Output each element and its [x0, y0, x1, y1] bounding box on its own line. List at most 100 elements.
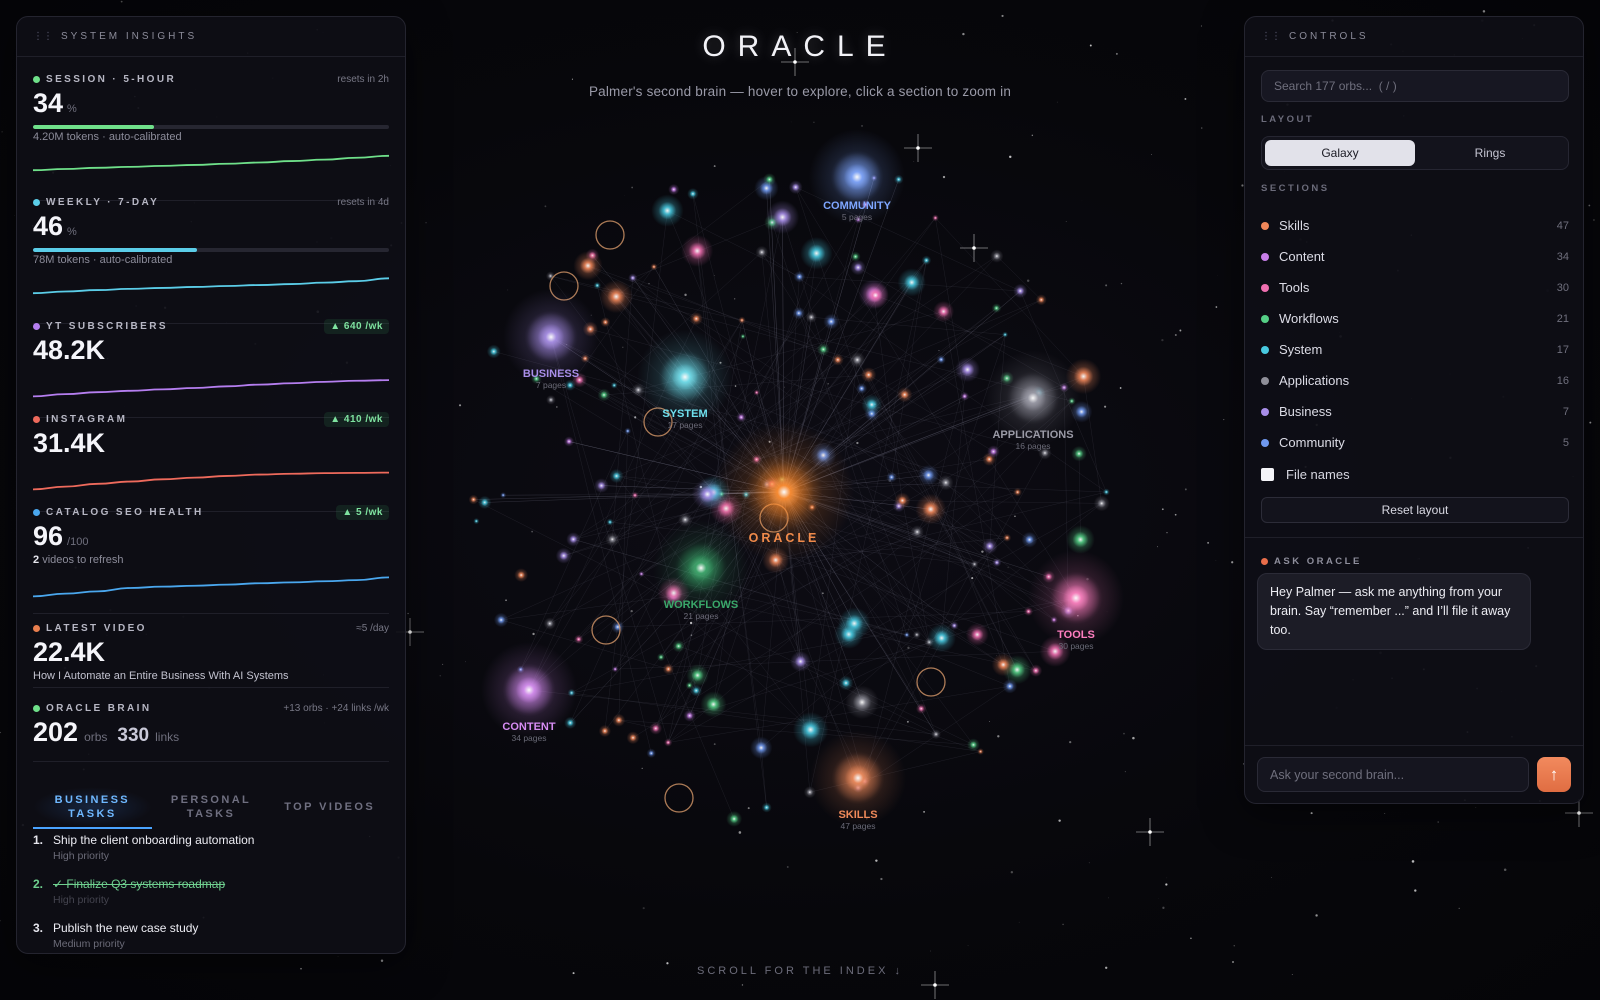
- video-title[interactable]: How I Automate an Entire Business With A…: [33, 670, 389, 682]
- orb[interactable]: [626, 731, 640, 745]
- orb[interactable]: [656, 653, 666, 662]
- orb[interactable]: [936, 354, 946, 365]
- orb[interactable]: [753, 389, 760, 396]
- orb[interactable]: [546, 395, 556, 405]
- orb[interactable]: [594, 478, 609, 493]
- layout-rings-button[interactable]: Rings: [1415, 140, 1565, 166]
- orb[interactable]: [1029, 664, 1043, 677]
- orb[interactable]: [960, 391, 970, 401]
- orb[interactable]: [605, 532, 620, 547]
- orb[interactable]: [555, 547, 572, 564]
- orb[interactable]: [624, 427, 632, 435]
- orb[interactable]: [1013, 487, 1022, 497]
- orb[interactable]: [681, 234, 714, 267]
- orb[interactable]: [668, 183, 680, 195]
- orb[interactable]: [1071, 445, 1087, 462]
- orb[interactable]: [886, 471, 897, 483]
- orb[interactable]: [788, 180, 803, 195]
- orb[interactable]: [805, 311, 817, 323]
- orb[interactable]: [965, 623, 989, 646]
- orb[interactable]: [1035, 294, 1047, 306]
- orb[interactable]: [563, 436, 575, 447]
- orb[interactable]: [739, 333, 746, 340]
- orb[interactable]: [662, 663, 674, 675]
- orb[interactable]: [738, 316, 746, 324]
- orb[interactable]: [849, 351, 866, 368]
- orb[interactable]: [856, 383, 868, 394]
- hub-content[interactable]: CONTENT34 pages: [481, 642, 577, 743]
- orb[interactable]: [850, 251, 861, 262]
- orb[interactable]: [687, 188, 699, 200]
- orb[interactable]: [981, 538, 998, 554]
- orb[interactable]: [763, 173, 776, 186]
- task-item[interactable]: 1. Ship the client onboarding automation…: [33, 833, 389, 877]
- hub-applications[interactable]: APPLICATIONS16 pages: [985, 350, 1081, 451]
- latest-video-metric[interactable]: LATEST VIDEO ≈5 /day 22.4K How I Automat…: [33, 621, 389, 682]
- orb[interactable]: [933, 300, 955, 323]
- orb[interactable]: [609, 468, 624, 484]
- task-item[interactable]: 3. Publish the new case study Medium prio…: [33, 921, 389, 965]
- orb[interactable]: [915, 493, 947, 525]
- orb[interactable]: [838, 607, 871, 640]
- ask-input[interactable]: [1257, 757, 1529, 792]
- orb[interactable]: [897, 268, 926, 297]
- orb[interactable]: [845, 685, 879, 719]
- orb[interactable]: [486, 344, 501, 359]
- oracle-core[interactable]: ORACLE: [714, 422, 854, 562]
- orb[interactable]: [597, 388, 611, 402]
- orb[interactable]: [638, 570, 645, 577]
- knowledge-galaxy[interactable]: COMMUNITY5 pages BUSINESS7 pages SYSTEM17 …: [440, 120, 1160, 860]
- tab-top-videos[interactable]: TOP VIDEOS: [270, 787, 389, 829]
- drag-handle-icon[interactable]: ⋮⋮: [33, 31, 53, 42]
- orb[interactable]: [862, 282, 889, 309]
- orb[interactable]: [612, 713, 626, 727]
- section-item-community[interactable]: Community 5: [1261, 427, 1569, 458]
- panel-header[interactable]: ⋮⋮ SYSTEM INSIGHTS: [17, 17, 405, 57]
- orb[interactable]: [861, 394, 883, 415]
- orb[interactable]: [1013, 283, 1028, 299]
- highlight-ring[interactable]: [916, 667, 946, 697]
- hub-tools[interactable]: TOOLS30 pages: [1028, 550, 1124, 651]
- orb[interactable]: [921, 255, 932, 266]
- orb[interactable]: [598, 724, 611, 738]
- orb[interactable]: [896, 386, 913, 403]
- orb[interactable]: [931, 214, 939, 222]
- orb[interactable]: [514, 568, 529, 582]
- orb[interactable]: [912, 630, 921, 639]
- orb[interactable]: [955, 357, 980, 382]
- orb[interactable]: [473, 517, 480, 525]
- orb[interactable]: [500, 492, 507, 499]
- tab-personal-tasks[interactable]: PERSONAL TASKS: [152, 787, 271, 829]
- orb[interactable]: [649, 722, 663, 735]
- orb[interactable]: [832, 353, 844, 366]
- orb[interactable]: [628, 273, 638, 283]
- orb[interactable]: [1021, 531, 1038, 548]
- orb[interactable]: [1102, 488, 1110, 496]
- orb[interactable]: [910, 525, 924, 539]
- orb[interactable]: [493, 612, 509, 628]
- orb[interactable]: [793, 271, 806, 283]
- orb[interactable]: [610, 381, 618, 389]
- section-item-system[interactable]: System 17: [1261, 334, 1569, 365]
- orb[interactable]: [749, 736, 773, 759]
- orb[interactable]: [903, 631, 911, 639]
- drag-handle-icon[interactable]: ⋮⋮: [1261, 31, 1281, 42]
- orb[interactable]: [977, 748, 984, 755]
- orb[interactable]: [573, 251, 603, 281]
- orb[interactable]: [599, 279, 633, 314]
- send-button[interactable]: ↑: [1537, 757, 1571, 792]
- orb[interactable]: [792, 306, 806, 320]
- section-item-tools[interactable]: Tools 30: [1261, 272, 1569, 303]
- orb[interactable]: [1093, 495, 1110, 512]
- hub-community[interactable]: COMMUNITY5 pages: [809, 129, 905, 225]
- section-item-business[interactable]: Business 7: [1261, 396, 1569, 427]
- orb[interactable]: [600, 317, 611, 328]
- orb[interactable]: [593, 281, 602, 290]
- orb[interactable]: [823, 313, 840, 330]
- orb[interactable]: [672, 639, 685, 653]
- orb[interactable]: [651, 194, 684, 227]
- orb[interactable]: [931, 729, 941, 740]
- orb[interactable]: [918, 464, 939, 486]
- tab-business-tasks[interactable]: BUSINESS TASKS: [33, 787, 152, 829]
- orb[interactable]: [478, 495, 492, 510]
